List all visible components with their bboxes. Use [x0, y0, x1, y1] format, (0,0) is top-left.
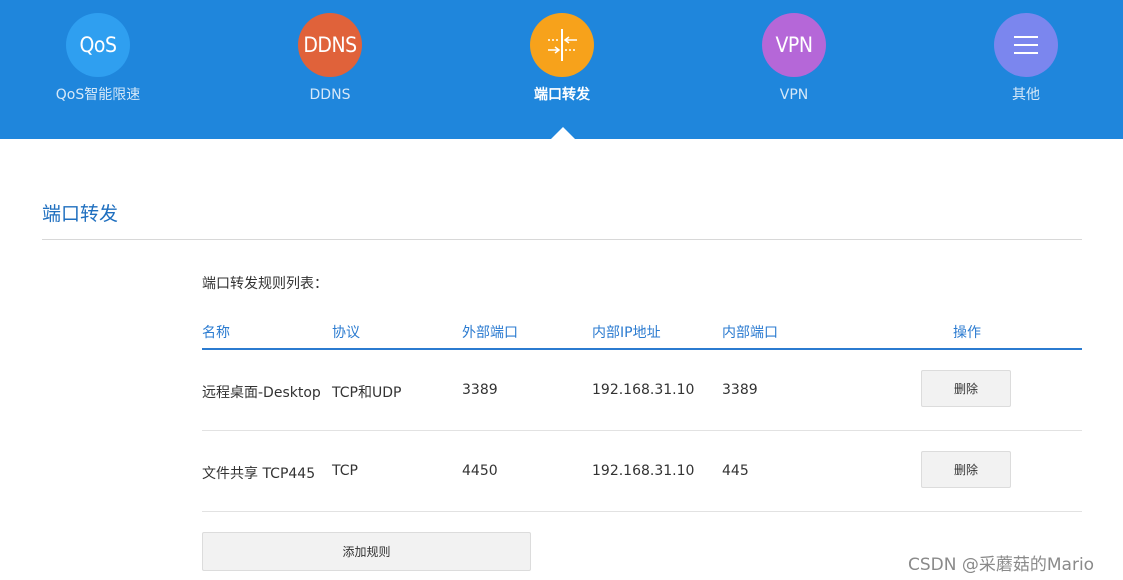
menu-icon: [994, 13, 1058, 77]
col-header-name: 名称: [202, 325, 230, 341]
nav-label-ddns: DDNS: [309, 87, 351, 103]
cell-int-port: 3389: [722, 382, 758, 398]
table-header: 名称 协议 外部端口 内部IP地址 内部端口 操作: [202, 314, 1082, 350]
cell-int-ip: 192.168.31.10: [592, 463, 695, 479]
nav-label-other: 其他: [1012, 87, 1040, 103]
delete-button[interactable]: 删除: [921, 370, 1011, 407]
cell-int-port: 445: [722, 463, 749, 479]
col-header-protocol: 协议: [332, 325, 360, 341]
nav-item-qos[interactable]: QoS QoS智能限速: [28, 13, 168, 103]
delete-button[interactable]: 删除: [921, 451, 1011, 488]
watermark: CSDN @采蘑菇的Mario: [908, 555, 1095, 575]
cell-name: 文件共享 TCP445: [202, 466, 316, 482]
rule-list-caption: 端口转发规则列表：: [202, 276, 328, 292]
col-header-int-ip: 内部IP地址: [592, 325, 661, 341]
section-divider: [42, 239, 1082, 240]
ddns-icon: DDNS: [298, 13, 362, 77]
section-title: 端口转发: [42, 203, 119, 225]
nav-label-port-forward: 端口转发: [534, 87, 590, 103]
active-tab-caret: [551, 127, 575, 139]
nav-label-qos: QoS智能限速: [55, 87, 141, 103]
add-rule-button[interactable]: 添加规则: [202, 532, 531, 571]
nav-label-vpn: VPN: [779, 87, 809, 103]
qos-icon: QoS: [66, 13, 130, 77]
vpn-icon: VPN: [762, 13, 826, 77]
qos-icon-text: QoS: [79, 33, 117, 57]
cell-ext-port: 4450: [462, 463, 498, 479]
cell-name: 远程桌面-Desktop: [202, 385, 321, 401]
nav-item-port-forward[interactable]: 端口转发: [492, 13, 632, 103]
cell-ext-port: 3389: [462, 382, 498, 398]
table-row: 文件共享 TCP445 TCP 4450 192.168.31.10 445 删…: [202, 431, 1082, 512]
nav-item-ddns[interactable]: DDNS DDNS: [260, 13, 400, 103]
col-header-int-port: 内部端口: [722, 325, 778, 341]
cell-protocol: TCP: [332, 463, 358, 479]
nav-item-other[interactable]: 其他: [956, 13, 1096, 103]
cell-protocol: TCP和UDP: [332, 385, 402, 401]
cell-int-ip: 192.168.31.10: [592, 382, 695, 398]
port-forward-icon: [530, 13, 594, 77]
menu-glyph: [1014, 36, 1038, 54]
nav-item-vpn[interactable]: VPN VPN: [724, 13, 864, 103]
ddns-icon-text: DDNS: [303, 33, 357, 57]
port-forward-glyph: [548, 29, 577, 61]
col-header-ext-port: 外部端口: [462, 325, 518, 341]
table-row: 远程桌面-Desktop TCP和UDP 3389 192.168.31.10 …: [202, 350, 1082, 431]
vpn-icon-text: VPN: [775, 33, 813, 57]
port-forward-table: 名称 协议 外部端口 内部IP地址 内部端口 操作 远程桌面-Desktop T…: [202, 314, 1082, 512]
col-header-action: 操作: [953, 325, 981, 341]
top-nav-bar: QoS QoS智能限速 DDNS DDNS 端口转发 VPN VPN 其他: [0, 0, 1123, 139]
